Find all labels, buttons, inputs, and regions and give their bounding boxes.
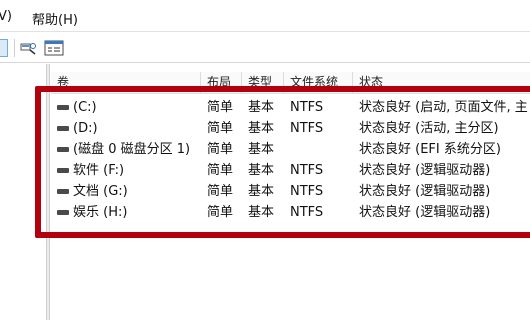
volume-status: 状态良好 (启动, 页面文件, 主: [359, 100, 528, 115]
view-button-icon[interactable]: [0, 39, 8, 57]
volume-layout: 简单: [207, 163, 234, 178]
table-row[interactable]: (磁盘 0 磁盘分区 1) 简单 基本 状态良好 (EFI 系统分区): [51, 139, 530, 160]
volume-filesystem: NTFS: [290, 163, 324, 178]
volume-status: 状态良好 (逻辑驱动器): [359, 163, 491, 178]
volume-status: 状态良好 (EFI 系统分区): [359, 142, 501, 157]
column-header-layout[interactable]: 布局: [201, 72, 242, 94]
table-row[interactable]: (D:) 简单 基本 NTFS 状态良好 (活动, 主分区): [51, 118, 530, 139]
volume-type: 基本: [248, 121, 275, 136]
volume-name: 娱乐 (H:): [73, 205, 128, 220]
volume-layout: 简单: [207, 205, 234, 220]
volume-name: 文档 (G:): [73, 184, 128, 199]
column-header-filesystem[interactable]: 文件系统: [284, 72, 353, 94]
column-header-row: 卷 布局 类型 文件系统 状态: [51, 72, 530, 94]
toolbar: [0, 33, 530, 63]
volume-status: 状态良好 (逻辑驱动器): [359, 205, 491, 220]
volume-type: 基本: [248, 184, 275, 199]
volume-name: (C:): [73, 100, 97, 115]
volume-layout: 简单: [207, 142, 234, 157]
volume-name: (D:): [73, 121, 98, 136]
volume-type: 基本: [248, 142, 275, 157]
volume-type: 基本: [248, 205, 275, 220]
drive-icon: [57, 210, 69, 215]
properties-icon[interactable]: [44, 40, 64, 56]
column-header-type[interactable]: 类型: [242, 72, 284, 94]
menu-help[interactable]: 帮助(H): [32, 9, 78, 28]
drive-icon: [57, 105, 69, 110]
volume-name: 软件 (F:): [73, 163, 125, 178]
drive-icon: [57, 168, 69, 173]
volume-filesystem: NTFS: [290, 184, 324, 199]
volume-layout: 简单: [207, 184, 234, 199]
volume-layout: 简单: [207, 100, 234, 115]
volume-filesystem: NTFS: [290, 100, 324, 115]
table-row[interactable]: 软件 (F:) 简单 基本 NTFS 状态良好 (逻辑驱动器): [51, 160, 530, 181]
pane-splitter[interactable]: [46, 64, 50, 320]
drive-icon: [57, 126, 69, 131]
column-header-status[interactable]: 状态: [353, 72, 530, 94]
drive-icon: [57, 147, 69, 152]
table-row[interactable]: 文档 (G:) 简单 基本 NTFS 状态良好 (逻辑驱动器): [51, 181, 530, 202]
volume-status: 状态良好 (逻辑驱动器): [359, 184, 491, 199]
menu-bar: V) 帮助(H): [0, 0, 530, 32]
volume-type: 基本: [248, 100, 275, 115]
volume-filesystem: NTFS: [290, 205, 324, 220]
navigation-pane: [0, 64, 46, 320]
volume-status: 状态良好 (活动, 主分区): [359, 121, 499, 136]
column-header-volume[interactable]: 卷: [51, 72, 201, 94]
drive-icon: [57, 189, 69, 194]
table-row[interactable]: 娱乐 (H:) 简单 基本 NTFS 状态良好 (逻辑驱动器): [51, 202, 530, 223]
menu-view[interactable]: V): [0, 9, 12, 24]
volume-filesystem: NTFS: [290, 121, 324, 136]
volume-name: (磁盘 0 磁盘分区 1): [73, 142, 191, 157]
table-row[interactable]: (C:) 简单 基本 NTFS 状态良好 (启动, 页面文件, 主: [51, 97, 530, 118]
volume-layout: 简单: [207, 121, 234, 136]
search-icon[interactable]: [20, 41, 38, 55]
volume-type: 基本: [248, 163, 275, 178]
toolbar-separator: [14, 39, 15, 57]
